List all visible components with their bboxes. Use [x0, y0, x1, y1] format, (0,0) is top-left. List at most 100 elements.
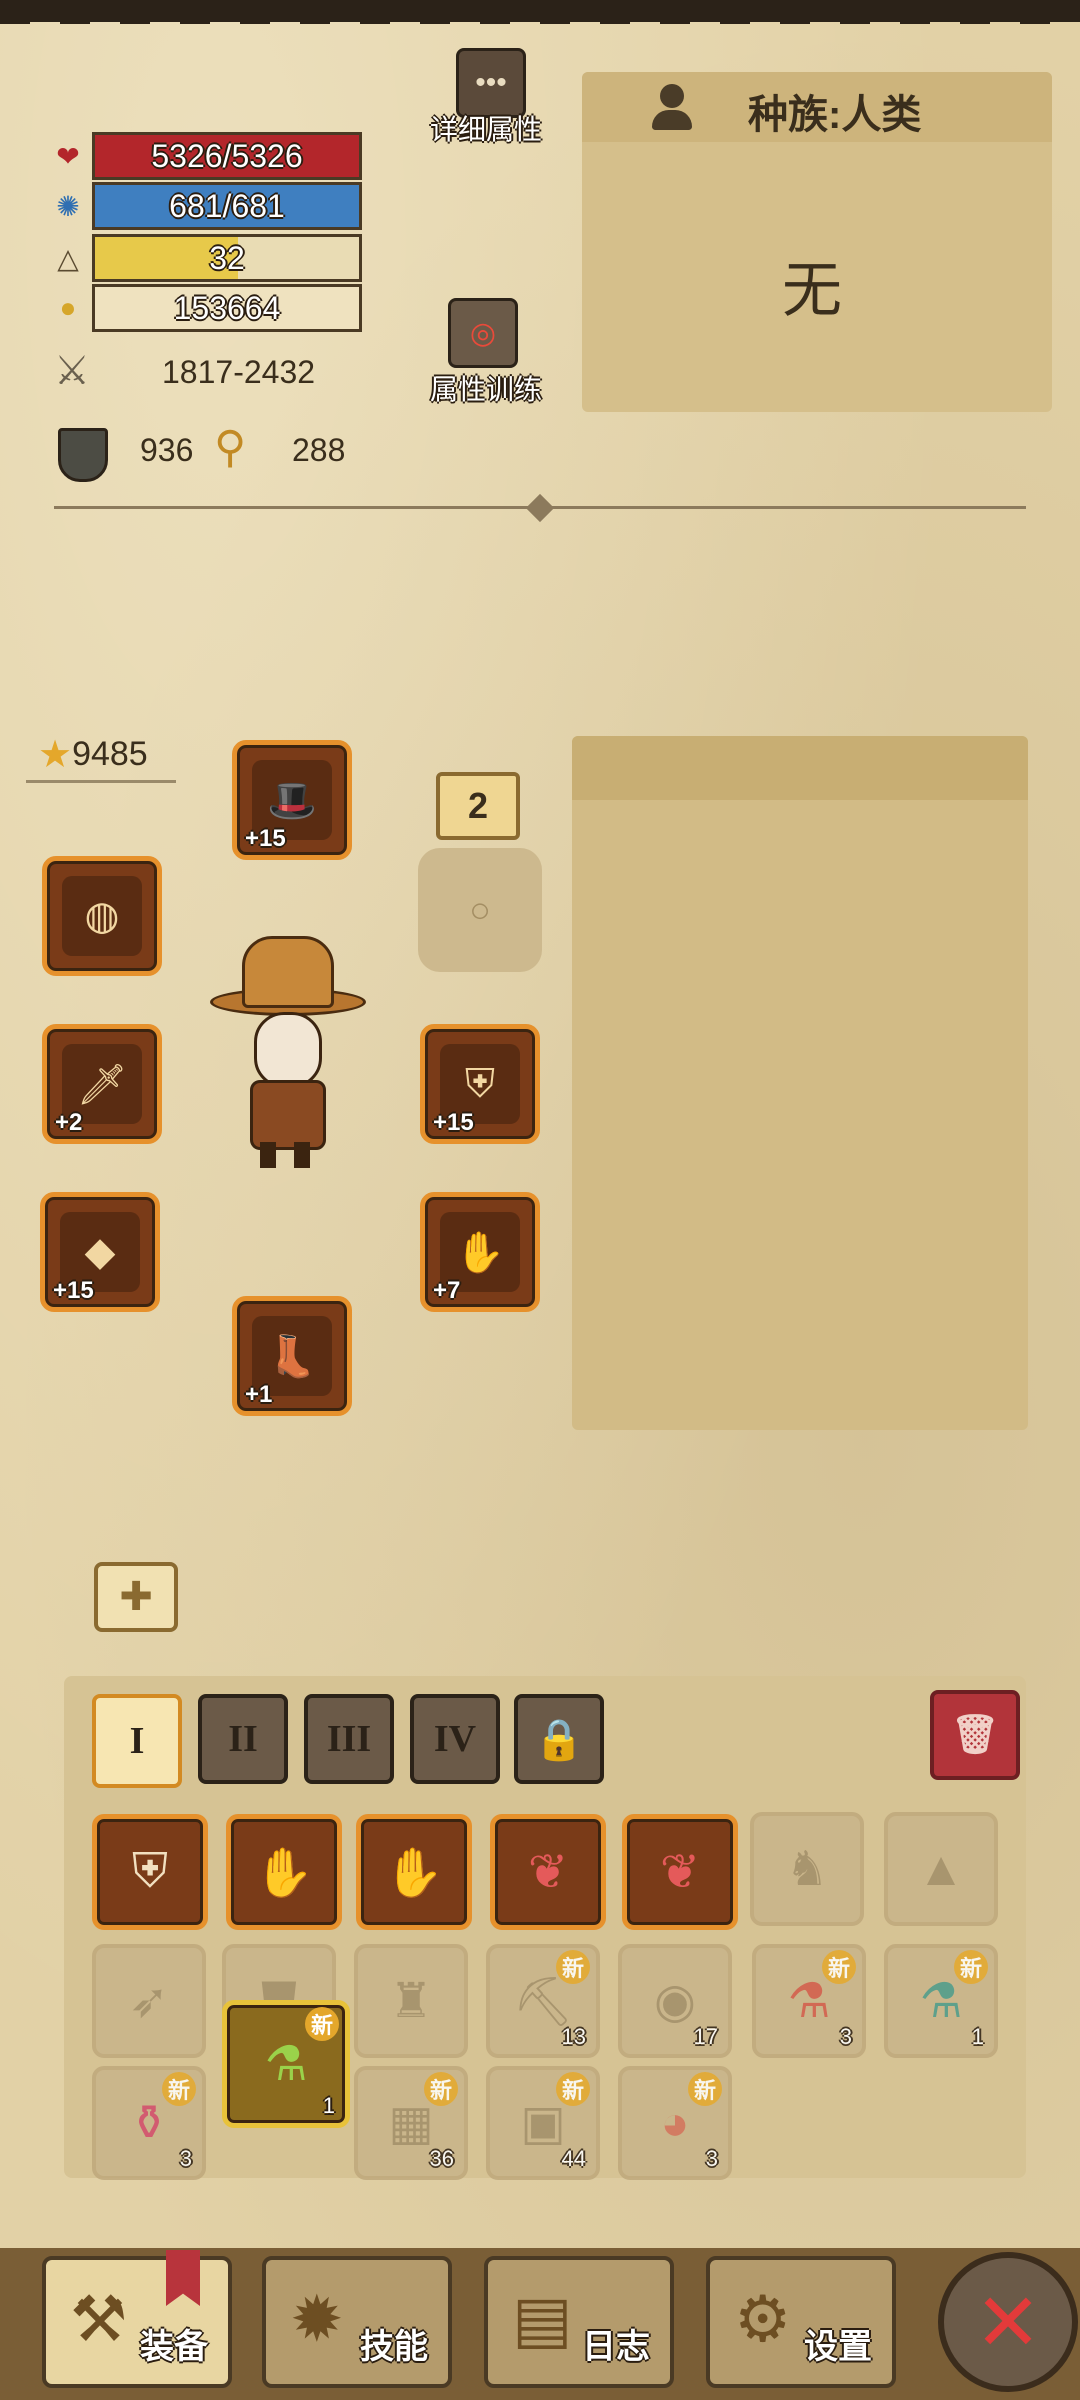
- cone-icon: ▲: [917, 1842, 965, 1896]
- amulet-plus: +15: [53, 1277, 94, 1304]
- inventory-item[interactable]: ✋: [226, 1814, 342, 1930]
- magic-staff-icon: ⚲: [214, 423, 247, 472]
- tab-2-label: II: [228, 1718, 258, 1760]
- nav-log[interactable]: ▤ 日志: [484, 2256, 674, 2388]
- item-count: 13: [561, 2024, 586, 2049]
- skill-sun-icon: ✹: [290, 2283, 344, 2355]
- hp-value: 5326/5326: [151, 137, 303, 174]
- gloves-plus: +7: [433, 1277, 461, 1304]
- inventory-item[interactable]: ▣ 新 44: [486, 2066, 600, 2180]
- race-value: 无: [782, 257, 842, 324]
- armor-plus: +15: [433, 1109, 474, 1136]
- equip-slot-sword[interactable]: 🗡 +2: [42, 1024, 162, 1144]
- inventory-item[interactable]: ⚗ 新 1: [222, 2000, 350, 2128]
- claw-icon: ✋: [254, 1846, 314, 1900]
- inventory-item[interactable]: ◕ 新 3: [618, 2066, 732, 2180]
- claw-icon: ✋: [384, 1846, 444, 1900]
- gold-row: ● 153664: [50, 284, 362, 332]
- level-row: △ 32: [50, 234, 362, 282]
- empty-ring-slot[interactable]: ○: [418, 848, 542, 972]
- inventory-item[interactable]: ⚱ 新 3: [92, 2066, 206, 2180]
- nav-equip-label: 装备: [140, 2328, 208, 2366]
- inventory-item[interactable]: ❦: [490, 1814, 606, 1930]
- close-button[interactable]: ✕: [938, 2252, 1078, 2392]
- plus-cross-icon: ✚: [119, 1575, 153, 1619]
- attr-training-button[interactable]: ◎: [448, 298, 518, 368]
- person-icon: [652, 84, 692, 130]
- cloak-icon: ❦: [659, 1846, 701, 1899]
- inventory-item[interactable]: ♜: [354, 1944, 468, 2058]
- mana-icon: ✺: [56, 190, 80, 222]
- inventory-item[interactable]: ❦: [622, 1814, 738, 1930]
- inventory-item[interactable]: ♞: [750, 1812, 864, 1926]
- equip-slot-gloves[interactable]: ✋ +7: [420, 1192, 540, 1312]
- item-detail-panel: [572, 736, 1028, 1430]
- gear-icon: ⚙: [734, 2283, 792, 2355]
- nav-settings[interactable]: ⚙ 设置: [706, 2256, 896, 2388]
- inventory-item[interactable]: ➶: [92, 1944, 206, 2058]
- inventory-item[interactable]: ◉ 17: [618, 1944, 732, 2058]
- star-icon: ★: [38, 734, 73, 776]
- equip-slot-boots[interactable]: 👢 +1: [232, 1296, 352, 1416]
- inventory-item[interactable]: ▲: [884, 1812, 998, 1926]
- equip-slot-armor[interactable]: ⛨ +15: [420, 1024, 540, 1144]
- gold-value: 153664: [173, 289, 281, 326]
- attack-value: 1817-2432: [162, 354, 316, 390]
- inventory-item[interactable]: ⚗ 新 3: [752, 1944, 866, 2058]
- new-badge: 新: [556, 1950, 590, 1984]
- rating-value: 9485: [72, 735, 148, 773]
- teal-potion-icon: ⚗: [919, 1975, 963, 2028]
- hp-row: ❤ 5326/5326: [50, 132, 362, 180]
- inventory-item[interactable]: ⛏ 新 13: [486, 1944, 600, 2058]
- level-value: 32: [209, 239, 245, 276]
- magic-value: 288: [292, 432, 346, 468]
- inventory-item[interactable]: ▦ 新 36: [354, 2066, 468, 2180]
- hp-bar: 5326/5326: [92, 132, 362, 180]
- trash-button[interactable]: 🗑: [930, 1690, 1020, 1780]
- crossed-swords-icon: ⚔: [54, 349, 90, 393]
- bracelet-icon: ◍: [62, 876, 142, 956]
- mp-row: ✺ 681/681: [50, 182, 362, 230]
- meat-icon: ◕: [660, 2096, 690, 2150]
- item-count: 36: [429, 2146, 454, 2171]
- inventory-item[interactable]: ⛨: [92, 1814, 208, 1930]
- add-set-button[interactable]: ✚: [94, 1562, 178, 1632]
- trash-icon: 🗑: [950, 1714, 1000, 1756]
- target-icon: ◎: [469, 316, 497, 350]
- boots-plus: +1: [245, 1381, 273, 1408]
- gold-bar: 153664: [92, 284, 362, 332]
- new-badge: 新: [305, 2007, 339, 2041]
- gold-icon: ●: [59, 292, 77, 323]
- shield-icon: [58, 428, 108, 482]
- item-detail-header: [572, 736, 1028, 800]
- nav-settings-label: 设置: [804, 2328, 872, 2366]
- new-badge: 新: [688, 2072, 722, 2106]
- cloak-icon: ❦: [527, 1846, 569, 1899]
- equip-slot-hat[interactable]: 🎩 +15: [232, 740, 352, 860]
- tab-1[interactable]: I: [92, 1694, 182, 1788]
- journal-icon: ▤: [512, 2283, 573, 2355]
- ring-icon: ○: [469, 889, 491, 930]
- nav-equip[interactable]: ⚒ 装备: [42, 2256, 232, 2388]
- tab-3[interactable]: III: [304, 1694, 394, 1784]
- nav-skills[interactable]: ✹ 技能: [262, 2256, 452, 2388]
- inventory-item[interactable]: ⚗ 新 1: [884, 1944, 998, 2058]
- new-badge: 新: [954, 1950, 988, 1984]
- hat-plus: +15: [245, 825, 286, 852]
- character-portrait: [210, 928, 366, 1178]
- robe-icon: ♜: [389, 1975, 433, 2028]
- equip-slot-bracelet[interactable]: ◍: [42, 856, 162, 976]
- inventory-item[interactable]: ✋: [356, 1814, 472, 1930]
- level-icon: △: [57, 242, 79, 274]
- slot-count-badge[interactable]: 2: [436, 772, 520, 840]
- new-badge: 新: [556, 2072, 590, 2106]
- equip-slot-amulet[interactable]: ◆ +15: [40, 1192, 160, 1312]
- tab-2[interactable]: II: [198, 1694, 288, 1784]
- more-dots-icon: •••: [475, 66, 507, 99]
- pink-flask-icon: ⚱: [128, 2097, 170, 2150]
- tab-locked[interactable]: 🔒: [514, 1694, 604, 1784]
- level-bar: 32: [92, 234, 362, 282]
- heart-icon: ❤: [56, 140, 80, 172]
- item-count: 17: [693, 2024, 718, 2049]
- tab-4[interactable]: IV: [410, 1694, 500, 1784]
